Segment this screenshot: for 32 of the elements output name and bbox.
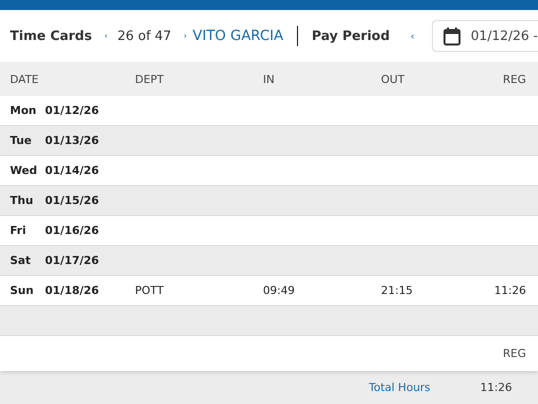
summary-column-header: REG [502, 347, 526, 360]
date-cell: 01/15/26 [45, 194, 99, 207]
dept-cell: POTT [135, 284, 164, 297]
date-cell: 01/18/26 [45, 284, 99, 297]
day-cell: Mon [10, 104, 36, 117]
date-cell: 01/17/26 [45, 254, 99, 267]
column-header: DEPT [135, 72, 164, 86]
date-range-field[interactable]: 01/12/26 - [432, 20, 538, 52]
day-cell: Thu [10, 194, 34, 207]
column-header: DATE [10, 72, 39, 86]
day-cell: Sun [10, 284, 34, 297]
date-cell: 01/12/26 [45, 104, 99, 117]
day-cell: Wed [10, 164, 38, 177]
day-cell: Fri [10, 224, 26, 237]
in-time-cell: 09:49 [263, 284, 295, 297]
column-header: IN [263, 72, 274, 86]
calendar-icon [442, 26, 461, 46]
column-header: OUT [381, 72, 404, 86]
day-cell: Sat [10, 254, 31, 267]
total-hours-value: 11:26 [480, 381, 512, 394]
date-cell: 01/13/26 [45, 134, 99, 147]
page-title: Time Cards [10, 28, 92, 44]
total-hours-label: Total Hours [368, 381, 430, 394]
record-position: 26 of 47 [117, 28, 172, 44]
day-cell: Tue [10, 134, 32, 147]
column-header: REG [502, 72, 526, 86]
date-cell: 01/16/26 [45, 224, 99, 237]
reg-hours-cell: 11:26 [494, 284, 526, 297]
pay-period-label: Pay Period [312, 28, 390, 44]
out-time-cell: 21:15 [381, 284, 413, 297]
employee-name-link[interactable]: VITO GARCIA [192, 28, 284, 44]
date-cell: 01/14/26 [45, 164, 99, 177]
